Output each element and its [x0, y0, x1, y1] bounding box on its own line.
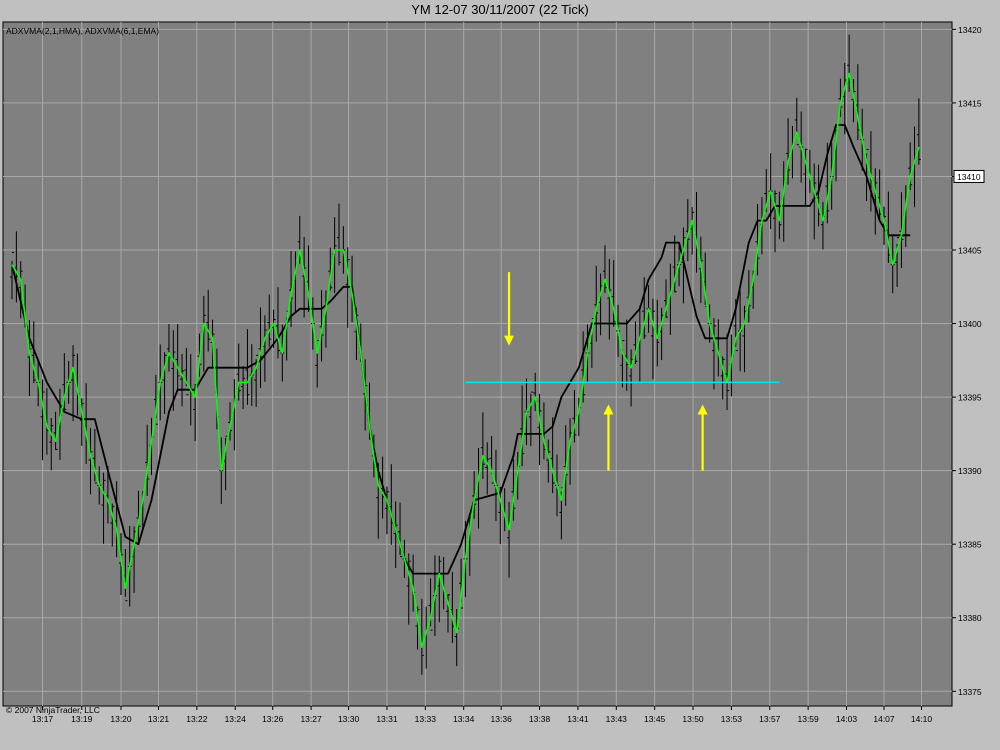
x-tick-label: 13:20 — [110, 714, 132, 724]
x-tick-label: 13:43 — [606, 714, 628, 724]
x-tick-label: 13:26 — [262, 714, 284, 724]
y-axis[interactable]: 13375 13380 13385 13390 13395 13400 13405 13410… — [952, 25, 985, 697]
x-tick-label: 13:33 — [415, 714, 437, 724]
x-tick-label: 13:34 — [453, 714, 475, 724]
x-tick-label: 13:24 — [225, 714, 247, 724]
y-tick-label: 13385 — [958, 540, 982, 550]
y-tick-label: 13375 — [958, 687, 982, 697]
x-tick-label: 13:19 — [71, 714, 93, 724]
x-tick-label: 13:45 — [644, 714, 666, 724]
x-tick-label: 13:27 — [300, 714, 322, 724]
x-tick-label: 13:41 — [567, 714, 589, 724]
x-tick-label: 13:59 — [797, 714, 819, 724]
x-tick-label: 14:03 — [836, 714, 858, 724]
plot-area[interactable] — [2, 21, 953, 707]
x-tick-label: 13:22 — [186, 714, 208, 724]
x-tick-label: 13:38 — [529, 714, 551, 724]
indicator-label: ADXVMA(2,1,HMA), ADXVMA(6,1,EMA) — [6, 26, 159, 36]
y-tick-label: 13420 — [958, 25, 982, 35]
y-tick-label: 13380 — [958, 613, 982, 623]
x-tick-label: 13:53 — [721, 714, 743, 724]
x-axis[interactable]: 13:17 13:19 13:20 13:21 13:22 13:24 13:26 13:27… — [32, 706, 933, 724]
x-tick-label: 13:31 — [376, 714, 398, 724]
y-tick-label: 13415 — [958, 98, 982, 108]
x-tick-label: 14:07 — [873, 714, 895, 724]
x-tick-label: 14:10 — [911, 714, 933, 724]
x-tick-label: 13:17 — [32, 714, 54, 724]
copyright-text: © 2007 NinjaTrader, LLC — [6, 705, 100, 715]
y-tick-label: 13405 — [958, 246, 982, 256]
last-price-label: 13410 — [957, 172, 981, 182]
y-tick-label: 13395 — [958, 393, 982, 403]
x-tick-label: 13:21 — [148, 714, 170, 724]
x-tick-label: 13:30 — [338, 714, 360, 724]
x-tick-label: 13:57 — [759, 714, 781, 724]
x-tick-label: 13:50 — [682, 714, 704, 724]
y-tick-label: 13390 — [958, 466, 982, 476]
price-chart[interactable]: 13375 13380 13385 13390 13395 13400 13405 13410… — [0, 0, 1000, 750]
y-tick-label: 13400 — [958, 319, 982, 329]
x-tick-label: 13:36 — [491, 714, 513, 724]
